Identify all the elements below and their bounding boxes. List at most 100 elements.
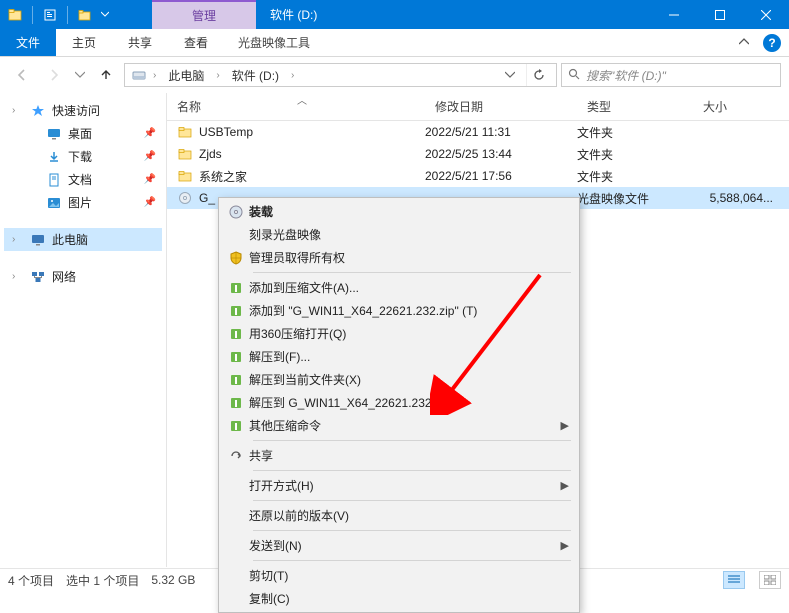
column-name[interactable]: 名称 ︿ — [167, 93, 425, 120]
ribbon-tab-home[interactable]: 主页 — [56, 29, 112, 56]
file-name: Zjds — [199, 147, 222, 161]
ctx-cut[interactable]: 剪切(T) — [219, 564, 579, 587]
nav-forward-button[interactable] — [40, 61, 68, 89]
breadcrumb-sep-icon[interactable]: › — [153, 70, 156, 81]
ctx-open-with-360zip[interactable]: 用360压缩打开(Q) — [219, 322, 579, 345]
column-headers: 名称 ︿ 修改日期 类型 大小 — [167, 93, 789, 121]
sidebar-this-pc[interactable]: › 此电脑 — [4, 228, 162, 251]
file-name: G_ — [199, 191, 215, 205]
pin-icon: 📌 — [144, 197, 156, 208]
maximize-button[interactable] — [697, 0, 743, 29]
search-box[interactable]: 搜索"软件 (D:)" — [561, 63, 781, 87]
file-type: 文件夹 — [577, 124, 693, 141]
refresh-button[interactable] — [526, 64, 550, 86]
view-large-icons-button[interactable] — [759, 571, 781, 589]
ctx-admin-ownership[interactable]: 管理员取得所有权 — [219, 246, 579, 269]
breadcrumb-this-pc[interactable]: 此电脑 — [162, 67, 210, 84]
qat-new-folder-icon[interactable] — [74, 4, 96, 26]
column-date[interactable]: 修改日期 — [425, 93, 577, 120]
archive-icon — [223, 304, 249, 318]
qat-properties-icon[interactable] — [39, 4, 61, 26]
sidebar-label: 图片 — [68, 194, 92, 211]
search-placeholder: 搜索"软件 (D:)" — [586, 67, 666, 84]
breadcrumb-sep-icon[interactable]: › — [216, 70, 219, 81]
sort-asc-icon: ︿ — [297, 92, 307, 107]
folder-icon — [177, 146, 193, 162]
file-row[interactable]: Zjds 2022/5/25 13:44 文件夹 — [167, 143, 789, 165]
ribbon-tab-file[interactable]: 文件 — [0, 29, 56, 56]
ribbon-collapse-icon[interactable] — [733, 36, 755, 50]
nav-back-button[interactable] — [8, 61, 36, 89]
archive-icon — [223, 350, 249, 364]
close-button[interactable] — [743, 0, 789, 29]
address-history-dropdown[interactable] — [500, 70, 520, 80]
contextual-tab-manage[interactable]: 管理 — [152, 0, 256, 29]
separator — [253, 470, 571, 471]
ctx-extract-here[interactable]: 解压到当前文件夹(X) — [219, 368, 579, 391]
explorer-icon[interactable] — [4, 4, 26, 26]
breadcrumb-sep-icon[interactable]: › — [291, 70, 294, 81]
ribbon-tab-disc-image-tools[interactable]: 光盘映像工具 — [224, 29, 324, 56]
disc-icon — [223, 204, 249, 220]
status-item-count: 4 个项目 — [8, 572, 54, 589]
caret-right-icon[interactable]: › — [12, 234, 24, 245]
sidebar-downloads[interactable]: 下载 📌 — [4, 145, 162, 168]
sidebar-quick-access[interactable]: › 快速访问 — [4, 99, 162, 122]
minimize-button[interactable] — [651, 0, 697, 29]
address-bar[interactable]: › 此电脑 › 软件 (D:) › — [124, 63, 557, 87]
pin-icon: 📌 — [144, 151, 156, 162]
file-name: 系统之家 — [199, 168, 247, 185]
file-name: USBTemp — [199, 125, 253, 139]
file-row[interactable]: 系统之家 2022/5/21 17:56 文件夹 — [167, 165, 789, 187]
ctx-add-to-named-zip[interactable]: 添加到 "G_WIN11_X64_22621.232.zip" (T) — [219, 299, 579, 322]
ctx-extract-to[interactable]: 解压到(F)... — [219, 345, 579, 368]
separator — [253, 272, 571, 273]
ctx-extract-to-named[interactable]: 解压到 G_WIN11_X64_22621.232\ (E) — [219, 391, 579, 414]
caret-right-icon[interactable]: › — [12, 105, 24, 116]
column-label: 类型 — [587, 98, 611, 115]
archive-icon — [223, 281, 249, 295]
view-details-button[interactable] — [723, 571, 745, 589]
caret-right-icon[interactable]: › — [12, 271, 24, 282]
document-icon — [46, 172, 62, 188]
submenu-arrow-icon: ▶ — [561, 539, 569, 552]
search-icon — [568, 68, 580, 83]
help-icon[interactable]: ? — [763, 34, 781, 52]
ctx-previous-versions[interactable]: 还原以前的版本(V) — [219, 504, 579, 527]
star-icon — [30, 103, 46, 119]
sidebar-label: 此电脑 — [52, 231, 88, 248]
navigation-pane: › 快速访问 桌面 📌 下载 📌 文档 📌 图片 📌 › 此电脑 — [0, 93, 167, 567]
archive-icon — [223, 396, 249, 410]
ctx-other-compress[interactable]: 其他压缩命令▶ — [219, 414, 579, 437]
file-size: 5,588,064... — [693, 191, 789, 205]
file-type: 光盘映像文件 — [577, 190, 693, 207]
disc-image-icon — [177, 190, 193, 206]
ribbon-tab-share[interactable]: 共享 — [112, 29, 168, 56]
ctx-mount[interactable]: 装载 — [219, 200, 579, 223]
shield-icon — [223, 251, 249, 265]
drive-icon — [131, 67, 147, 83]
column-type[interactable]: 类型 — [577, 93, 693, 120]
file-row[interactable]: USBTemp 2022/5/21 11:31 文件夹 — [167, 121, 789, 143]
ctx-burn[interactable]: 刻录光盘映像 — [219, 223, 579, 246]
separator — [253, 500, 571, 501]
sidebar-desktop[interactable]: 桌面 📌 — [4, 122, 162, 145]
ribbon: 文件 主页 共享 查看 光盘映像工具 ? — [0, 29, 789, 57]
nav-up-button[interactable] — [92, 61, 120, 89]
qat-customize-icon[interactable] — [98, 4, 112, 26]
sidebar-documents[interactable]: 文档 📌 — [4, 168, 162, 191]
folder-icon — [177, 168, 193, 184]
ctx-send-to[interactable]: 发送到(N)▶ — [219, 534, 579, 557]
sidebar-network[interactable]: › 网络 — [4, 265, 162, 288]
file-type: 文件夹 — [577, 146, 693, 163]
ctx-share[interactable]: 共享 — [219, 444, 579, 467]
ctx-add-to-archive[interactable]: 添加到压缩文件(A)... — [219, 276, 579, 299]
ctx-copy[interactable]: 复制(C) — [219, 587, 579, 610]
ctx-open-with[interactable]: 打开方式(H)▶ — [219, 474, 579, 497]
network-icon — [30, 269, 46, 285]
column-size[interactable]: 大小 — [693, 93, 789, 120]
nav-recent-dropdown[interactable] — [72, 61, 88, 89]
breadcrumb-drive[interactable]: 软件 (D:) — [226, 67, 285, 84]
sidebar-pictures[interactable]: 图片 📌 — [4, 191, 162, 214]
ribbon-tab-view[interactable]: 查看 — [168, 29, 224, 56]
